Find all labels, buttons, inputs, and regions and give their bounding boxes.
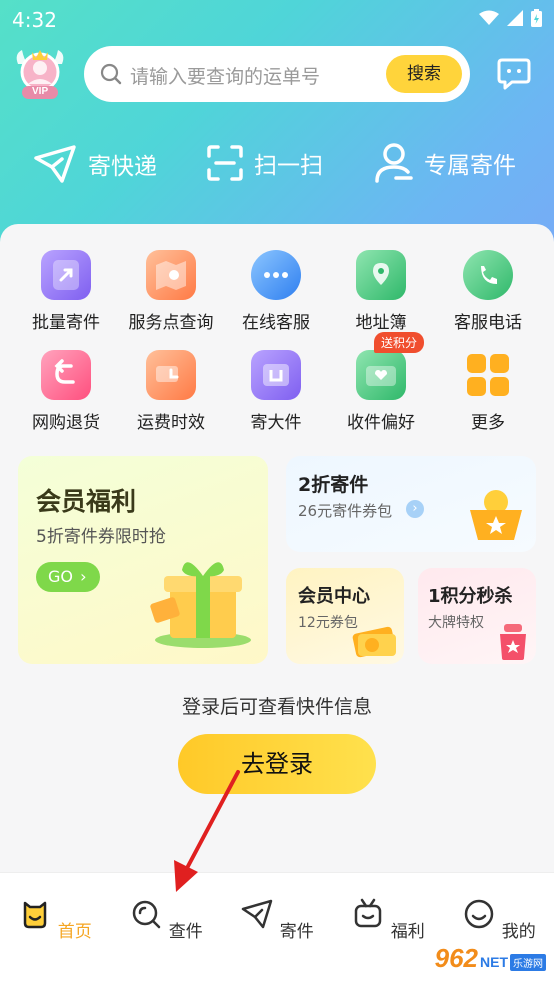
- service-label: 更多: [471, 413, 505, 433]
- service-label: 服务点查询: [128, 313, 214, 333]
- crown-basket-icon: [470, 490, 522, 540]
- coupon-stack-icon: [352, 626, 396, 658]
- home-face-icon: [24, 901, 47, 929]
- watermark-suffix: NET: [480, 954, 508, 970]
- service-label: 地址簿: [355, 313, 407, 333]
- red-bag-icon: [500, 624, 526, 660]
- quick-scan-label: 扫一扫: [254, 153, 323, 179]
- login-button[interactable]: 去登录: [178, 734, 376, 794]
- login-tip: 登录后可查看快件信息: [181, 696, 372, 718]
- quick-actions: 寄快递 扫一扫 专属寄件: [0, 136, 554, 192]
- member-go-button[interactable]: GO ›: [36, 562, 100, 592]
- points-flash-sale-card[interactable]: 1积分秒杀 大牌特权: [418, 568, 536, 664]
- service-label: 在线客服: [242, 313, 310, 333]
- status-time: 4:32: [12, 8, 57, 32]
- profile-face-icon: [465, 899, 494, 929]
- scan-icon: [207, 145, 243, 181]
- discount-coupon-card[interactable]: 2折寄件 26元寄件券包 ›: [286, 456, 536, 552]
- watermark-sub: 乐游网: [510, 954, 546, 971]
- paper-plane-icon: [34, 145, 76, 183]
- tab-label: 查件: [168, 922, 203, 942]
- arrow-right-icon: ›: [406, 500, 424, 518]
- search-input[interactable]: 请输入要查询的运单号: [130, 62, 320, 89]
- tab-profile[interactable]: 我的: [444, 897, 554, 942]
- reward-badge: 送积分: [374, 332, 425, 353]
- service-address-book[interactable]: 地址簿: [326, 250, 436, 333]
- phone-icon: [463, 250, 513, 300]
- tab-label: 福利: [390, 922, 425, 942]
- map-icon: [146, 250, 196, 300]
- service-freight-time[interactable]: 运费时效: [116, 350, 226, 433]
- gift-box-icon: [150, 562, 251, 648]
- service-label: 批量寄件: [32, 313, 100, 333]
- service-online-support[interactable]: 在线客服: [221, 250, 331, 333]
- go-label: GO: [48, 567, 73, 586]
- tab-track[interactable]: 查件: [111, 897, 221, 942]
- service-label: 客服电话: [454, 313, 522, 333]
- service-receive-preference[interactable]: 送积分 收件偏好: [326, 332, 436, 433]
- member-center-subtitle: 12元券包: [298, 615, 358, 631]
- battery-icon: [531, 9, 542, 27]
- user-icon: [375, 143, 413, 183]
- return-icon: [41, 350, 91, 400]
- service-batch-send[interactable]: 批量寄件: [11, 250, 121, 333]
- service-big-item[interactable]: 寄大件: [221, 350, 331, 433]
- discount-coupon-subtitle: 26元寄件券包: [298, 502, 393, 520]
- signal-icon: [507, 10, 523, 26]
- service-online-return[interactable]: 网购退货: [11, 350, 121, 433]
- status-icons: [479, 9, 542, 27]
- search-icon: [100, 63, 122, 85]
- vip-avatar[interactable]: VIP: [12, 46, 68, 102]
- tab-send[interactable]: 寄件: [222, 897, 332, 942]
- quick-exclusive-label: 专属寄件: [424, 153, 516, 179]
- service-more[interactable]: 更多: [433, 350, 543, 433]
- quick-scan[interactable]: 扫一扫: [206, 144, 323, 182]
- batch-send-icon: [41, 250, 91, 300]
- site-watermark: 962 NET 乐游网: [430, 941, 550, 976]
- tab-home[interactable]: 首页: [0, 897, 110, 942]
- service-label: 收件偏好: [347, 413, 415, 433]
- truck-icon: [146, 350, 196, 400]
- search-bar[interactable]: 请输入要查询的运单号 搜索: [84, 46, 470, 102]
- search-parcel-icon: [133, 900, 161, 929]
- tab-benefits[interactable]: 福利: [333, 897, 443, 942]
- tab-label: 首页: [57, 922, 92, 942]
- quick-exclusive-send[interactable]: 专属寄件: [374, 142, 516, 184]
- service-point-query[interactable]: 服务点查询: [116, 250, 226, 333]
- tab-label: 寄件: [279, 922, 314, 942]
- gift-tv-icon: [355, 898, 382, 928]
- points-flash-subtitle: 大牌特权: [428, 615, 484, 631]
- quick-send-express[interactable]: 寄快递: [32, 144, 157, 184]
- location-book-icon: [356, 250, 406, 300]
- member-center-card[interactable]: 会员中心 12元券包: [286, 568, 404, 664]
- send-plane-icon: [242, 899, 273, 929]
- status-bar: 4:32: [0, 0, 554, 38]
- message-icon[interactable]: [496, 57, 532, 91]
- points-flash-title: 1积分秒杀: [428, 586, 513, 607]
- more-grid-icon: [463, 350, 513, 400]
- service-label: 运费时效: [137, 413, 205, 433]
- wifi-icon: [479, 10, 499, 25]
- chevron-right-icon: ›: [80, 567, 87, 586]
- service-hotline[interactable]: 客服电话: [433, 250, 543, 333]
- member-benefit-card[interactable]: 会员福利 5折寄件券限时抢 GO ›: [18, 456, 268, 664]
- chat-bubble-icon: [251, 250, 301, 300]
- service-label: 寄大件: [250, 413, 302, 433]
- watermark-brand: 962: [434, 943, 478, 973]
- inbox-heart-icon: 送积分: [356, 332, 425, 400]
- search-button[interactable]: 搜索: [386, 55, 462, 93]
- quick-send-label: 寄快递: [88, 154, 157, 180]
- member-benefit-title: 会员福利: [36, 487, 137, 516]
- service-label: 网购退货: [32, 413, 100, 433]
- vip-label: VIP: [32, 86, 49, 97]
- tab-label: 我的: [501, 922, 536, 942]
- big-box-icon: [251, 350, 301, 400]
- discount-coupon-title: 2折寄件: [298, 474, 369, 496]
- member-center-title: 会员中心: [298, 586, 370, 607]
- member-benefit-subtitle: 5折寄件券限时抢: [36, 527, 166, 547]
